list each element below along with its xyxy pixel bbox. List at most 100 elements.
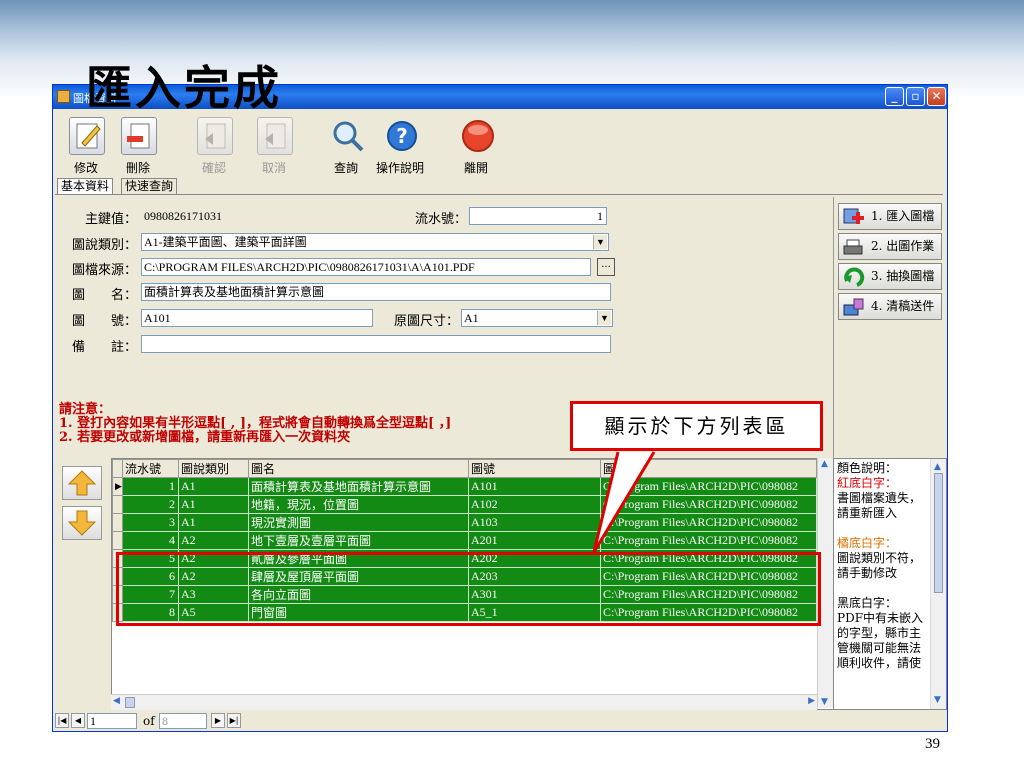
horizontal-scrollbar[interactable]: ◀ ▶ [111, 694, 817, 710]
cell-name[interactable]: 地下壹層及壹層平面圖 [248, 531, 469, 550]
scroll-left-icon[interactable]: ◀ [113, 696, 120, 706]
legend-orange-head: 橘底白字： [837, 536, 898, 550]
print-button[interactable]: 2. 出圖作業 [838, 233, 942, 260]
tab-quick-search[interactable]: 快速查詢 [121, 178, 178, 195]
source-field[interactable]: C:\PROGRAM FILES\ARCH2D\PIC\098082617103… [141, 258, 591, 276]
refresh-icon [844, 267, 865, 287]
send-icon [843, 298, 864, 316]
edit-button[interactable]: 修改 [61, 113, 111, 175]
cell-serial[interactable]: 4 [122, 531, 179, 550]
cell-category[interactable]: A1 [178, 495, 249, 514]
scroll-down-icon[interactable]: ▼ [821, 697, 828, 707]
table-row[interactable]: 2 A1 地籍，現況，位置圖 A102 C:\Program Files\ARCH2D\… [112, 495, 817, 514]
move-up-button[interactable] [62, 466, 102, 500]
import-drawing-button[interactable]: 1. 匯入圖檔 [838, 203, 942, 230]
legend-black-head: 黑底白字： [837, 596, 898, 610]
of-label: of [143, 714, 155, 728]
number-label: 圖 號： [71, 314, 137, 329]
size-select[interactable]: A1 ▼ [461, 309, 613, 327]
size-label: 原圖尺寸： [393, 314, 459, 329]
color-legend: 顏色說明： 紅底白字： 書圖檔案遺失，請重新匯入 橘底白字： 圖說類別不符，請手… [833, 458, 947, 710]
highlight-box [116, 552, 821, 626]
prev-record-icon[interactable]: ◀ [71, 713, 85, 728]
cancel-icon [257, 117, 293, 155]
name-field[interactable]: 面積計算表及基地面積計算示意圖 [141, 283, 611, 301]
row-selector[interactable] [112, 531, 123, 550]
current-record-field[interactable]: 1 [87, 713, 137, 729]
next-record-icon[interactable]: ▶ [211, 713, 225, 728]
serial-field[interactable]: 1 [469, 207, 607, 225]
note-field[interactable] [141, 335, 611, 353]
category-select[interactable]: A1-建築平面圖、建築平面詳圖 ▼ [141, 233, 609, 251]
scroll-thumb[interactable] [934, 473, 943, 593]
cell-serial[interactable]: 2 [122, 495, 179, 514]
submit-button[interactable]: 4. 清稿送件 [838, 293, 942, 320]
printer-icon [843, 239, 863, 255]
number-field[interactable]: A101 [141, 309, 373, 327]
cell-number[interactable]: A101 [468, 477, 601, 496]
row-selector[interactable] [112, 495, 123, 514]
scroll-up-icon[interactable]: ▲ [821, 459, 828, 469]
record-nav-panel [57, 458, 111, 710]
serial-label: 流水號： [414, 212, 467, 227]
cell-number[interactable]: A103 [468, 513, 601, 532]
pencil-icon [69, 117, 105, 155]
last-record-icon[interactable]: ▶| [227, 713, 241, 728]
confirm-button[interactable]: 確認 [189, 113, 239, 175]
cell-category[interactable]: A2 [178, 531, 249, 550]
first-record-icon[interactable]: |◀ [55, 713, 69, 728]
cell-name[interactable]: 地籍，現況，位置圖 [248, 495, 469, 514]
legend-title: 顏色說明： [837, 461, 898, 475]
column-header[interactable]: 流水號 [122, 459, 179, 478]
legend-red-head: 紅底白字： [837, 476, 898, 490]
replace-drawing-button[interactable]: 3. 抽換圖檔 [838, 263, 942, 290]
cell-name[interactable]: 面積計算表及基地面積計算示意圖 [248, 477, 469, 496]
exit-button[interactable]: 離開 [451, 113, 501, 175]
row-selector[interactable]: ▶ [112, 477, 123, 496]
callout-box: 顯示於下方列表區 [570, 401, 823, 451]
slide-title: 匯入完成 [86, 61, 282, 115]
table-header-row: 流水號 圖說類別 圖名 圖號 圖 [112, 459, 817, 478]
scroll-thumb[interactable] [125, 697, 135, 708]
table-row[interactable]: ▶ 1 A1 面積計算表及基地面積計算示意圖 A101 C:\Program Files\… [112, 477, 817, 496]
search-button[interactable]: 查詢 [321, 113, 371, 175]
cell-serial[interactable]: 1 [122, 477, 179, 496]
close-button[interactable]: ✕ [927, 87, 946, 106]
row-selector[interactable] [112, 513, 123, 532]
cell-name[interactable]: 現況實測圖 [248, 513, 469, 532]
cell-category[interactable]: A1 [178, 477, 249, 496]
table-row[interactable]: 3 A1 現況實測圖 A103 C:\Program Files\ARCH2D\PIC\… [112, 513, 817, 532]
restore-button[interactable]: ▫ [906, 87, 925, 106]
browse-button[interactable]: ... [597, 258, 615, 276]
dropdown-arrow-icon[interactable]: ▼ [597, 311, 611, 325]
column-header[interactable]: 圖名 [248, 459, 469, 478]
tab-basic-info[interactable]: 基本資料 [57, 178, 114, 195]
table-row[interactable]: 4 A2 地下壹層及壹層平面圖 A201 C:\Program Files\ARCH2D… [112, 531, 817, 550]
notice-line-1: 1. 登打內容如果有半形逗點[ , ]，程式將會自動轉換爲全型逗點[ ，] [59, 416, 452, 431]
toolbar: 修改 刪除 確認 取消 查詢 ? 操作說明 離開 [53, 109, 947, 177]
help-button[interactable]: ? 操作說明 [375, 113, 425, 175]
move-down-button[interactable] [62, 506, 102, 540]
cell-number[interactable]: A102 [468, 495, 601, 514]
side-action-panel: 1. 匯入圖檔 2. 出圖作業 3. 抽換圖檔 4. 清稿送件 [833, 197, 945, 461]
name-label: 圖 名： [71, 288, 137, 303]
minimize-button[interactable]: _ [885, 87, 904, 106]
legend-orange-text: 圖說類別不符，請手動修改 [837, 551, 922, 580]
column-header[interactable]: 圖說類別 [178, 459, 249, 478]
cell-category[interactable]: A1 [178, 513, 249, 532]
legend-black-text: PDF中有未嵌入的字型，縣市主管機關可能無法順利收件，請使 [837, 611, 924, 670]
dropdown-arrow-icon[interactable]: ▼ [593, 235, 607, 249]
legend-scrollbar[interactable]: ▲ ▼ [930, 459, 946, 709]
stop-icon [459, 117, 495, 155]
cell-serial[interactable]: 3 [122, 513, 179, 532]
total-records-field: 8 [159, 713, 207, 729]
help-icon: ? [383, 117, 419, 155]
scroll-down-icon[interactable]: ▼ [934, 693, 941, 708]
column-header[interactable]: 圖號 [468, 459, 601, 478]
delete-button[interactable]: 刪除 [113, 113, 163, 175]
document-remove-icon [121, 117, 157, 155]
cell-number[interactable]: A201 [468, 531, 601, 550]
cancel-button[interactable]: 取消 [249, 113, 299, 175]
scroll-right-icon[interactable]: ▶ [808, 696, 815, 706]
magnifier-icon [329, 117, 365, 155]
